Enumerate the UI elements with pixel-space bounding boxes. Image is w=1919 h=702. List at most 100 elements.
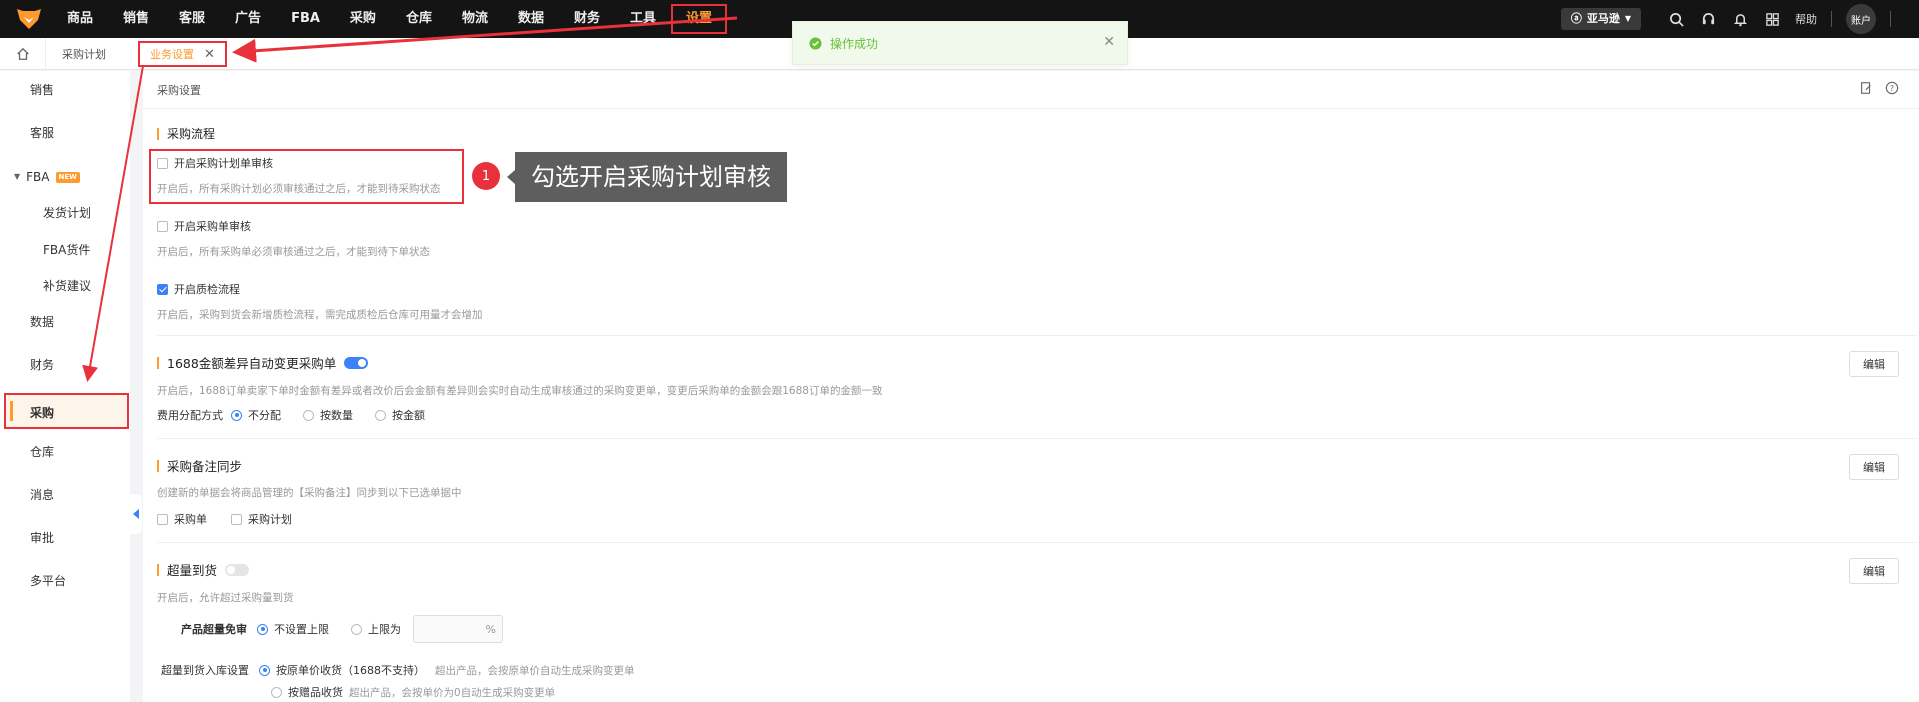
purchase-order-checkbox[interactable] (157, 513, 168, 525)
sidebar-item-message[interactable]: 消息 (0, 477, 130, 513)
alloc-row: 费用分配方式 不分配 按数量 按金额 (157, 407, 1917, 423)
exempt-row: 产品超量免审 不设置上限 上限为 % (157, 615, 1917, 643)
home-icon[interactable] (0, 37, 46, 70)
success-toast: 操作成功 ✕ (792, 21, 1128, 65)
nav-item-sales[interactable]: 销售 (108, 0, 164, 38)
nav-item-data[interactable]: 数据 (503, 0, 559, 38)
highlight-box (149, 149, 464, 204)
alloc-none-label: 不分配 (248, 409, 281, 422)
original-price-radio[interactable] (259, 664, 270, 676)
instruction-callout: 勾选开启采购计划审核 (507, 152, 787, 202)
marketplace-selector[interactable]: ⓐ 亚马逊 ▼ (1560, 8, 1641, 30)
sidebar-item-fba[interactable]: ▼ FBA NEW (0, 159, 130, 195)
sidebar-item-warehouse[interactable]: 仓库 (0, 434, 130, 470)
close-icon[interactable]: ✕ (1103, 34, 1115, 50)
sidebar: 销售 客服 ▼ FBA NEW 发货计划 FBA货件 补货建议 数据 财务 采购… (0, 71, 130, 702)
edit-button[interactable]: 编辑 (1849, 558, 1899, 584)
toast-message: 操作成功 (830, 36, 879, 51)
nav-item-tools[interactable]: 工具 (615, 0, 671, 38)
divider (1831, 11, 1832, 27)
new-badge: NEW (55, 171, 80, 183)
section-title: 采购备注同步 (157, 456, 1917, 475)
nav-item-service[interactable]: 客服 (164, 0, 220, 38)
page-title: 采购设置 (143, 71, 1919, 109)
qc-label: 开启质检流程 (174, 283, 240, 296)
check-circle-icon (809, 36, 822, 50)
alloc-none-radio[interactable] (231, 409, 242, 421)
gift-radio[interactable] (271, 686, 282, 698)
alloc-amount-radio[interactable] (375, 409, 386, 421)
headset-icon[interactable] (1699, 10, 1717, 28)
nav-item-goods[interactable]: 商品 (52, 0, 108, 38)
nav-item-ads[interactable]: 广告 (220, 0, 276, 38)
sidebar-item-label: FBA (26, 170, 50, 184)
tab-label: 业务设置 (150, 48, 194, 61)
chevron-left-icon (133, 509, 139, 519)
over-arrival-switch[interactable] (225, 563, 250, 576)
search-icon[interactable] (1667, 10, 1685, 28)
exempt-label: 产品超量免审 (181, 623, 247, 636)
nav-item-finance[interactable]: 财务 (559, 0, 615, 38)
sidebar-item-sales[interactable]: 销售 (0, 72, 130, 108)
edit-button[interactable]: 编辑 (1849, 454, 1899, 480)
inbound-row-1: 超量到货入库设置 按原单价收货（1688不支持） 超出产品，会按原单价自动生成采… (157, 662, 1917, 678)
sidebar-collapse-handle[interactable] (130, 494, 142, 534)
fox-logo-icon (17, 9, 41, 29)
edit-button[interactable]: 编辑 (1849, 351, 1899, 377)
divider (157, 335, 1917, 336)
order-review-option: 开启采购单审核 (157, 218, 1917, 234)
sidebar-item-approval[interactable]: 审批 (0, 520, 130, 556)
no-limit-label: 不设置上限 (274, 623, 329, 636)
caret-down-icon: ▼ (14, 172, 21, 181)
tab-purchase-plan[interactable]: 采购计划 (46, 46, 122, 62)
marketplace-label: 亚马逊 (1586, 12, 1620, 25)
nav-item-fba[interactable]: FBA (276, 0, 335, 38)
amazon-icon: ⓐ (1570, 12, 1582, 25)
amount-diff-desc: 开启后，1688订单卖家下单时金额有差异或者改价后会金额有差异则会实时自动生成审… (157, 385, 883, 397)
no-limit-radio[interactable] (257, 623, 268, 635)
order-review-desc: 开启后，所有采购单必须审核通过之后，才能到待下单状态 (157, 246, 430, 258)
nav-item-settings[interactable]: 设置 (671, 0, 728, 38)
sidebar-item-service[interactable]: 客服 (0, 115, 130, 151)
qc-desc: 开启后，采购到货会新增质检流程，需完成质检后仓库可用量才会增加 (157, 309, 483, 321)
qc-option: 开启质检流程 (157, 281, 1917, 297)
question-icon[interactable]: ? (1885, 81, 1899, 95)
app-logo[interactable] (14, 4, 44, 34)
remark-sync-section: 采购备注同步 (157, 456, 1917, 475)
sidebar-item-replenish[interactable]: 补货建议 (0, 268, 130, 304)
close-icon[interactable]: ✕ (204, 47, 215, 62)
qc-checkbox[interactable] (157, 283, 168, 295)
nav-item-purchase[interactable]: 采购 (335, 0, 391, 38)
amount-diff-section: 1688金额差异自动变更采购单 (157, 353, 1917, 372)
nav-item-warehouse[interactable]: 仓库 (391, 0, 447, 38)
alloc-amount-label: 按金额 (392, 409, 425, 422)
gift-label: 按赠品收货 (288, 686, 343, 699)
apps-grid-icon[interactable] (1763, 10, 1781, 28)
sidebar-item-fba-shipment[interactable]: FBA货件 (0, 232, 130, 268)
amount-diff-switch[interactable] (344, 356, 369, 369)
sidebar-item-multiplatform[interactable]: 多平台 (0, 563, 130, 599)
limit-percent-input[interactable]: % (413, 615, 503, 643)
purchase-plan-checkbox[interactable] (231, 513, 242, 525)
tab-business-settings[interactable]: 业务设置 ✕ (138, 41, 227, 67)
remark-sync-desc: 创建新的单据会将商品管理的【采购备注】同步到以下已选单据中 (157, 487, 462, 499)
sidebar-item-data[interactable]: 数据 (0, 304, 130, 340)
svg-text:?: ? (1890, 84, 1894, 93)
percent-unit: % (485, 622, 496, 636)
sidebar-item-purchase[interactable]: 采购 (4, 393, 129, 429)
account-avatar[interactable]: 账户 (1846, 4, 1876, 34)
alloc-label: 费用分配方式 (157, 409, 223, 422)
document-edit-icon[interactable] (1859, 81, 1873, 95)
sidebar-item-finance[interactable]: 财务 (0, 347, 130, 383)
remark-sync-options: 采购单 采购计划 (157, 511, 1917, 527)
limit-radio[interactable] (351, 623, 362, 635)
nav-item-logistics[interactable]: 物流 (447, 0, 503, 38)
section-title: 1688金额差异自动变更采购单 (167, 356, 337, 371)
original-price-desc: 超出产品，会按原单价自动生成采购变更单 (435, 664, 635, 677)
alloc-qty-radio[interactable] (303, 409, 314, 421)
bell-icon[interactable] (1731, 10, 1749, 28)
purchase-plan-label: 采购计划 (248, 513, 292, 526)
order-review-checkbox[interactable] (157, 220, 168, 232)
sidebar-item-shipment-plan[interactable]: 发货计划 (0, 195, 130, 231)
help-link[interactable]: 帮助 (1795, 11, 1817, 27)
